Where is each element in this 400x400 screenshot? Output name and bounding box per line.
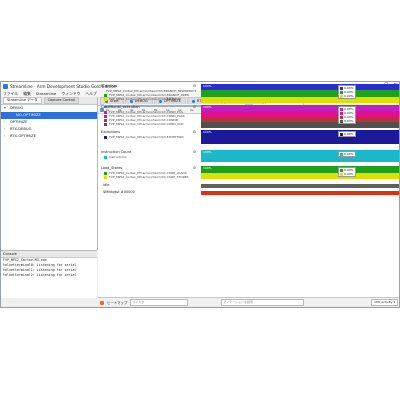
menu-window[interactable]: ウィンドウ [61, 91, 80, 97]
tooltip-value: 0.00% [344, 152, 354, 156]
console-line: telnetterminal2: Listening for serial [3, 273, 77, 277]
menu-edit[interactable]: 編集 [23, 91, 31, 97]
tooltip-value: 0.00% [344, 172, 354, 176]
series-label: Instructions [101, 155, 196, 159]
series-label: FVP_MPS2_Cortex_M3.armcortexm3ct.COND_UN… [101, 122, 196, 126]
tree-item-rtx-optimize[interactable]: › RTX-OPTIMIZE [1, 133, 97, 140]
row-label: Exceptions ⚙ FVP_MPS2_Cortex_M3.armcortexm… [101, 130, 196, 139]
gear-icon[interactable]: ⚙ [193, 150, 196, 154]
series-label: FVP_MPS2_Cortex_M3.armcortexm3ct.CORE_ST… [101, 175, 196, 179]
gear-icon[interactable]: ⚙ [193, 105, 196, 109]
process-label[interactable]: $Mdkgtut #00000 [103, 190, 198, 195]
series-band [201, 96, 399, 103]
scale-label: 100% [203, 105, 212, 109]
cursor-value-tooltip: 0.00% 0.00% [338, 167, 356, 177]
gear-icon[interactable]: ⚙ [193, 84, 196, 88]
scale-label: 100% [203, 130, 212, 134]
series-band [201, 172, 399, 179]
tree-item-no-optimize[interactable]: NO-OPTIMIZE [1, 112, 97, 119]
row-label: Load_Stores ⚙ FVP_MPS2_Cortex_M3.armcortex… [101, 166, 196, 179]
annotation-search-input[interactable]: アノテーションを検索 [221, 299, 305, 306]
series-swatch [104, 114, 107, 118]
app-logo-icon [3, 83, 8, 89]
series-label: FVP_MPS2_Cortex_M3.armcortexm3ct.EXCEPTI… [101, 135, 196, 139]
tab-capture-control[interactable]: Capture Control [43, 97, 80, 104]
scale-label: 100% [203, 150, 212, 154]
scale-label: 100% [203, 84, 212, 88]
cursor-value-tooltip: 0.00% 0.00% 0.00% 0.00% [338, 106, 356, 124]
menu-help[interactable]: ヘルプ [85, 91, 96, 97]
gear-icon[interactable]: ⚙ [193, 166, 196, 170]
filter-input[interactable]: フィルタ [130, 299, 189, 306]
chart-track[interactable]: 100% [201, 84, 399, 103]
gear-icon[interactable]: ⚙ [193, 130, 196, 134]
series-band [201, 130, 399, 144]
series-swatch [104, 155, 107, 159]
series-swatch [104, 97, 107, 101]
chart-track[interactable]: 100% [201, 150, 399, 162]
process-label[interactable]: Idle [103, 183, 198, 188]
series-band [201, 150, 399, 162]
series-swatch [104, 110, 107, 114]
tree-item-rtx-debug[interactable]: › RTX-DEBUG [1, 126, 97, 133]
counter-select[interactable]: CPU Activity ▾ [371, 299, 398, 306]
chart-track[interactable]: 100% [201, 166, 399, 179]
menu-file[interactable]: ファイル [3, 91, 18, 97]
left-panel: Streamline データ Capture Control ▾ DEBUG NO… [1, 97, 98, 250]
chart-track[interactable]: 100% [201, 105, 399, 128]
series-swatch [104, 175, 107, 179]
tooltip-value: 0.00% [344, 132, 354, 136]
capture-tree: ▾ DEBUG NO-OPTIMIZE › OPTIMIZE › RTX-DEBUG … [1, 105, 97, 140]
console-title: Console [1, 251, 97, 258]
tooltip-value: 0.00% [344, 119, 354, 123]
series-swatch [104, 171, 107, 175]
tab-streamline-data[interactable]: Streamline データ [3, 97, 42, 104]
series-swatch [104, 135, 107, 139]
console-panel: Console FVP_MPS2_Cortex-M3.exe telnetter… [1, 250, 97, 298]
chevron-down-icon: ▾ [393, 300, 395, 304]
chart-track[interactable]: 100% [201, 130, 399, 144]
heatmap-button[interactable]: ヒートマップ [107, 300, 127, 305]
row-label: Conditional_execution ⚙ FVP_MPS2_Cortex_M3… [101, 105, 196, 126]
scale-label: 100% [203, 166, 212, 170]
series-label: FVP_MPS2_Cortex_M3.armcortexm3ct.BR_INDI… [101, 97, 196, 101]
cursor-value-tooltip: 0.00% [338, 131, 356, 137]
series-swatch [104, 122, 107, 126]
series-band [201, 122, 399, 128]
tree-item-optimize[interactable]: › OPTIMIZE [1, 119, 97, 126]
app-window: Streamline - Arm Development Studio Gold… [0, 81, 400, 308]
series-swatch [104, 118, 107, 122]
process-track[interactable] [201, 191, 399, 195]
heatmap-icon [100, 300, 104, 305]
row-label: Branches ⚙ FVP_MPS2_Cortex_M3.armcortexm3c… [101, 84, 196, 101]
row-label: Instruction Count ⚙ Instructions [101, 150, 196, 159]
tooltip-value: 0.00% [344, 94, 354, 98]
cursor-value-tooltip: 0.00% 0.00% 0.00% [338, 85, 356, 99]
menu-streamline[interactable]: Streamline [36, 91, 57, 96]
tree-item-debug[interactable]: ▾ DEBUG [1, 105, 97, 112]
process-track[interactable] [201, 184, 399, 188]
status-bar [1, 306, 399, 307]
cursor-value-tooltip: 0.00% [338, 151, 356, 157]
series-swatch [104, 93, 107, 97]
